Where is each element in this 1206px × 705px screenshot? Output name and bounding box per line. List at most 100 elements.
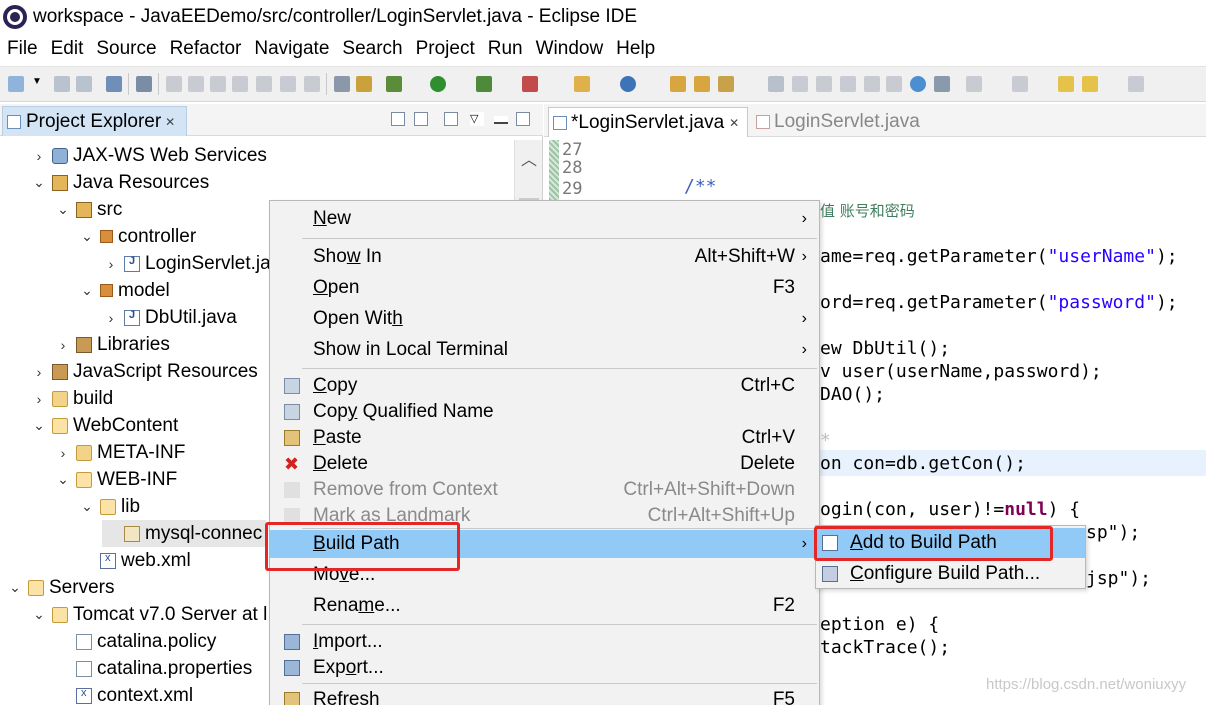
menu-edit[interactable]: Edit xyxy=(51,38,84,60)
open-type-icon[interactable] xyxy=(670,76,686,92)
tree-item[interactable]: catalina.policy xyxy=(54,628,216,655)
tree-item[interactable]: › Libraries xyxy=(54,331,170,358)
back-icon[interactable] xyxy=(1082,76,1098,92)
suspend-icon[interactable] xyxy=(188,76,204,92)
code-line[interactable]: /** xyxy=(684,176,717,197)
open-console-icon[interactable] xyxy=(356,76,372,92)
code-line[interactable]: v user(userName,password); xyxy=(820,361,1102,382)
show-whitespace-icon[interactable] xyxy=(840,76,856,92)
pin-icon[interactable] xyxy=(864,76,880,92)
toggle-block-selection-icon[interactable] xyxy=(792,76,808,92)
save-icon[interactable] xyxy=(54,76,70,92)
tree-item[interactable]: › DbUtil.java xyxy=(102,304,237,331)
disconnect-icon[interactable] xyxy=(232,76,248,92)
tree-item[interactable]: › build xyxy=(30,385,114,412)
code-line[interactable]: jsp"); xyxy=(1086,568,1151,589)
search-icon[interactable] xyxy=(718,76,734,92)
menu-file[interactable]: File xyxy=(7,38,38,60)
step-into-icon[interactable] xyxy=(256,76,272,92)
collapse-arrow-icon[interactable]: ⌄ xyxy=(30,417,48,434)
code-line[interactable]: sp"); xyxy=(1086,522,1140,543)
expand-arrow-icon[interactable]: › xyxy=(102,256,120,272)
collapse-arrow-icon[interactable]: ⌄ xyxy=(78,498,96,515)
code-line[interactable]: ogin(con, user)!=null) { xyxy=(820,499,1080,520)
menu-item-import[interactable]: Import... xyxy=(270,629,819,655)
menu-item-show-in-local-terminal[interactable]: Show in Local Terminal › xyxy=(270,337,819,363)
tree-item[interactable]: › JAX-WS Web Services xyxy=(30,142,267,169)
new-icon[interactable] xyxy=(8,76,24,92)
paragraph-icon[interactable] xyxy=(886,76,902,92)
menu-item-show-in[interactable]: Show In Alt+Shift+W › xyxy=(270,244,819,270)
expand-arrow-icon[interactable]: › xyxy=(30,148,48,164)
new-java-project-icon[interactable] xyxy=(574,76,590,92)
collapse-arrow-icon[interactable]: ⌄ xyxy=(30,606,48,623)
menu-item-configure-build-path[interactable]: Configure Build Path... xyxy=(816,559,1085,589)
last-edit-location-icon[interactable] xyxy=(1058,76,1074,92)
tab-loginservlet[interactable]: LoginServlet.java xyxy=(752,107,920,137)
collapse-arrow-icon[interactable]: ⌄ xyxy=(30,174,48,191)
tree-item[interactable]: ⌄ Java Resources xyxy=(30,169,209,196)
step-over-icon[interactable] xyxy=(280,76,296,92)
menu-help[interactable]: Help xyxy=(616,38,655,60)
code-line[interactable]: ew DbUtil(); xyxy=(820,338,950,359)
browser-icon[interactable] xyxy=(910,76,926,92)
expand-arrow-icon[interactable]: › xyxy=(54,445,72,461)
collapse-all-icon[interactable] xyxy=(391,112,405,126)
close-icon[interactable]: ✕ xyxy=(165,115,175,129)
previous-annotation-icon[interactable] xyxy=(1012,76,1028,92)
run-icon[interactable] xyxy=(430,76,446,92)
expand-arrow-icon[interactable]: › xyxy=(30,391,48,407)
forward-icon[interactable] xyxy=(1128,76,1144,92)
link-with-editor-icon[interactable] xyxy=(414,112,428,126)
menu-item-remove-from-context[interactable]: Remove from Context Ctrl+Alt+Shift+Down xyxy=(270,477,819,503)
menu-item-delete[interactable]: ✖ Delete Delete xyxy=(270,451,819,477)
tab-project-explorer[interactable]: Project Explorer ✕ xyxy=(2,106,187,136)
menu-item-open-with[interactable]: Open With › xyxy=(270,306,819,332)
code-line[interactable]: ord=req.getParameter("password"); xyxy=(820,292,1178,313)
tree-item[interactable]: › META-INF xyxy=(54,439,186,466)
tree-item[interactable]: catalina.properties xyxy=(54,655,252,682)
tree-item[interactable]: ⌄ model xyxy=(78,277,170,304)
external-tools-icon[interactable] xyxy=(522,76,538,92)
menu-refactor[interactable]: Refactor xyxy=(170,38,242,60)
collapse-arrow-icon[interactable]: ⌄ xyxy=(54,201,72,218)
step-return-icon[interactable] xyxy=(304,76,320,92)
coverage-icon[interactable] xyxy=(476,76,492,92)
close-icon[interactable]: ✕ xyxy=(729,116,739,130)
menu-source[interactable]: Source xyxy=(96,38,156,60)
code-line[interactable]: tackTrace(); xyxy=(820,637,950,658)
word-wrap-icon[interactable] xyxy=(816,76,832,92)
use-step-filters-icon[interactable] xyxy=(334,76,350,92)
menu-item-copy[interactable]: Copy Ctrl+C xyxy=(270,373,819,399)
collapse-arrow-icon[interactable]: ⌄ xyxy=(78,282,96,299)
tree-item-selected[interactable]: mysql-connec xyxy=(102,520,267,547)
menu-item-new[interactable]: New › xyxy=(270,206,819,232)
menu-item-open[interactable]: Open F3 xyxy=(270,275,819,301)
tree-item[interactable]: ⌄ WEB-INF xyxy=(54,466,177,493)
collapse-arrow-icon[interactable]: ⌄ xyxy=(78,228,96,245)
expand-arrow-icon[interactable]: › xyxy=(102,310,120,326)
tree-item[interactable]: context.xml xyxy=(54,682,193,705)
tree-item[interactable]: › JavaScript Resources xyxy=(30,358,258,385)
code-line[interactable]: DAO(); xyxy=(820,384,885,405)
toggle-mark-occurrences-icon[interactable] xyxy=(768,76,784,92)
tree-item[interactable]: › LoginServlet.ja xyxy=(102,250,271,277)
menu-run[interactable]: Run xyxy=(488,38,523,60)
minimize-icon[interactable] xyxy=(494,116,508,124)
menu-item-rename[interactable]: Rename... F2 xyxy=(270,593,819,619)
menu-window[interactable]: Window xyxy=(536,38,604,60)
code-line[interactable]: 值 账号和密码 xyxy=(820,200,915,221)
menu-item-copy-qualified-name[interactable]: Copy Qualified Name xyxy=(270,399,819,425)
next-annotation-icon[interactable] xyxy=(966,76,982,92)
web-services-icon[interactable] xyxy=(934,76,950,92)
view-menu-icon[interactable]: ▽ xyxy=(470,112,484,126)
menu-item-export[interactable]: Export... xyxy=(270,655,819,681)
menu-item-refresh[interactable]: Refresh F5 xyxy=(270,687,819,705)
tab-loginservlet-dirty[interactable]: *LoginServlet.java ✕ xyxy=(548,107,748,137)
expand-arrow-icon[interactable]: › xyxy=(30,364,48,380)
skip-breakpoints-icon[interactable] xyxy=(136,76,152,92)
menu-navigate[interactable]: Navigate xyxy=(254,38,329,60)
resume-icon[interactable] xyxy=(166,76,182,92)
new-class-icon[interactable] xyxy=(620,76,636,92)
tree-item[interactable]: ⌄ controller xyxy=(78,223,196,250)
